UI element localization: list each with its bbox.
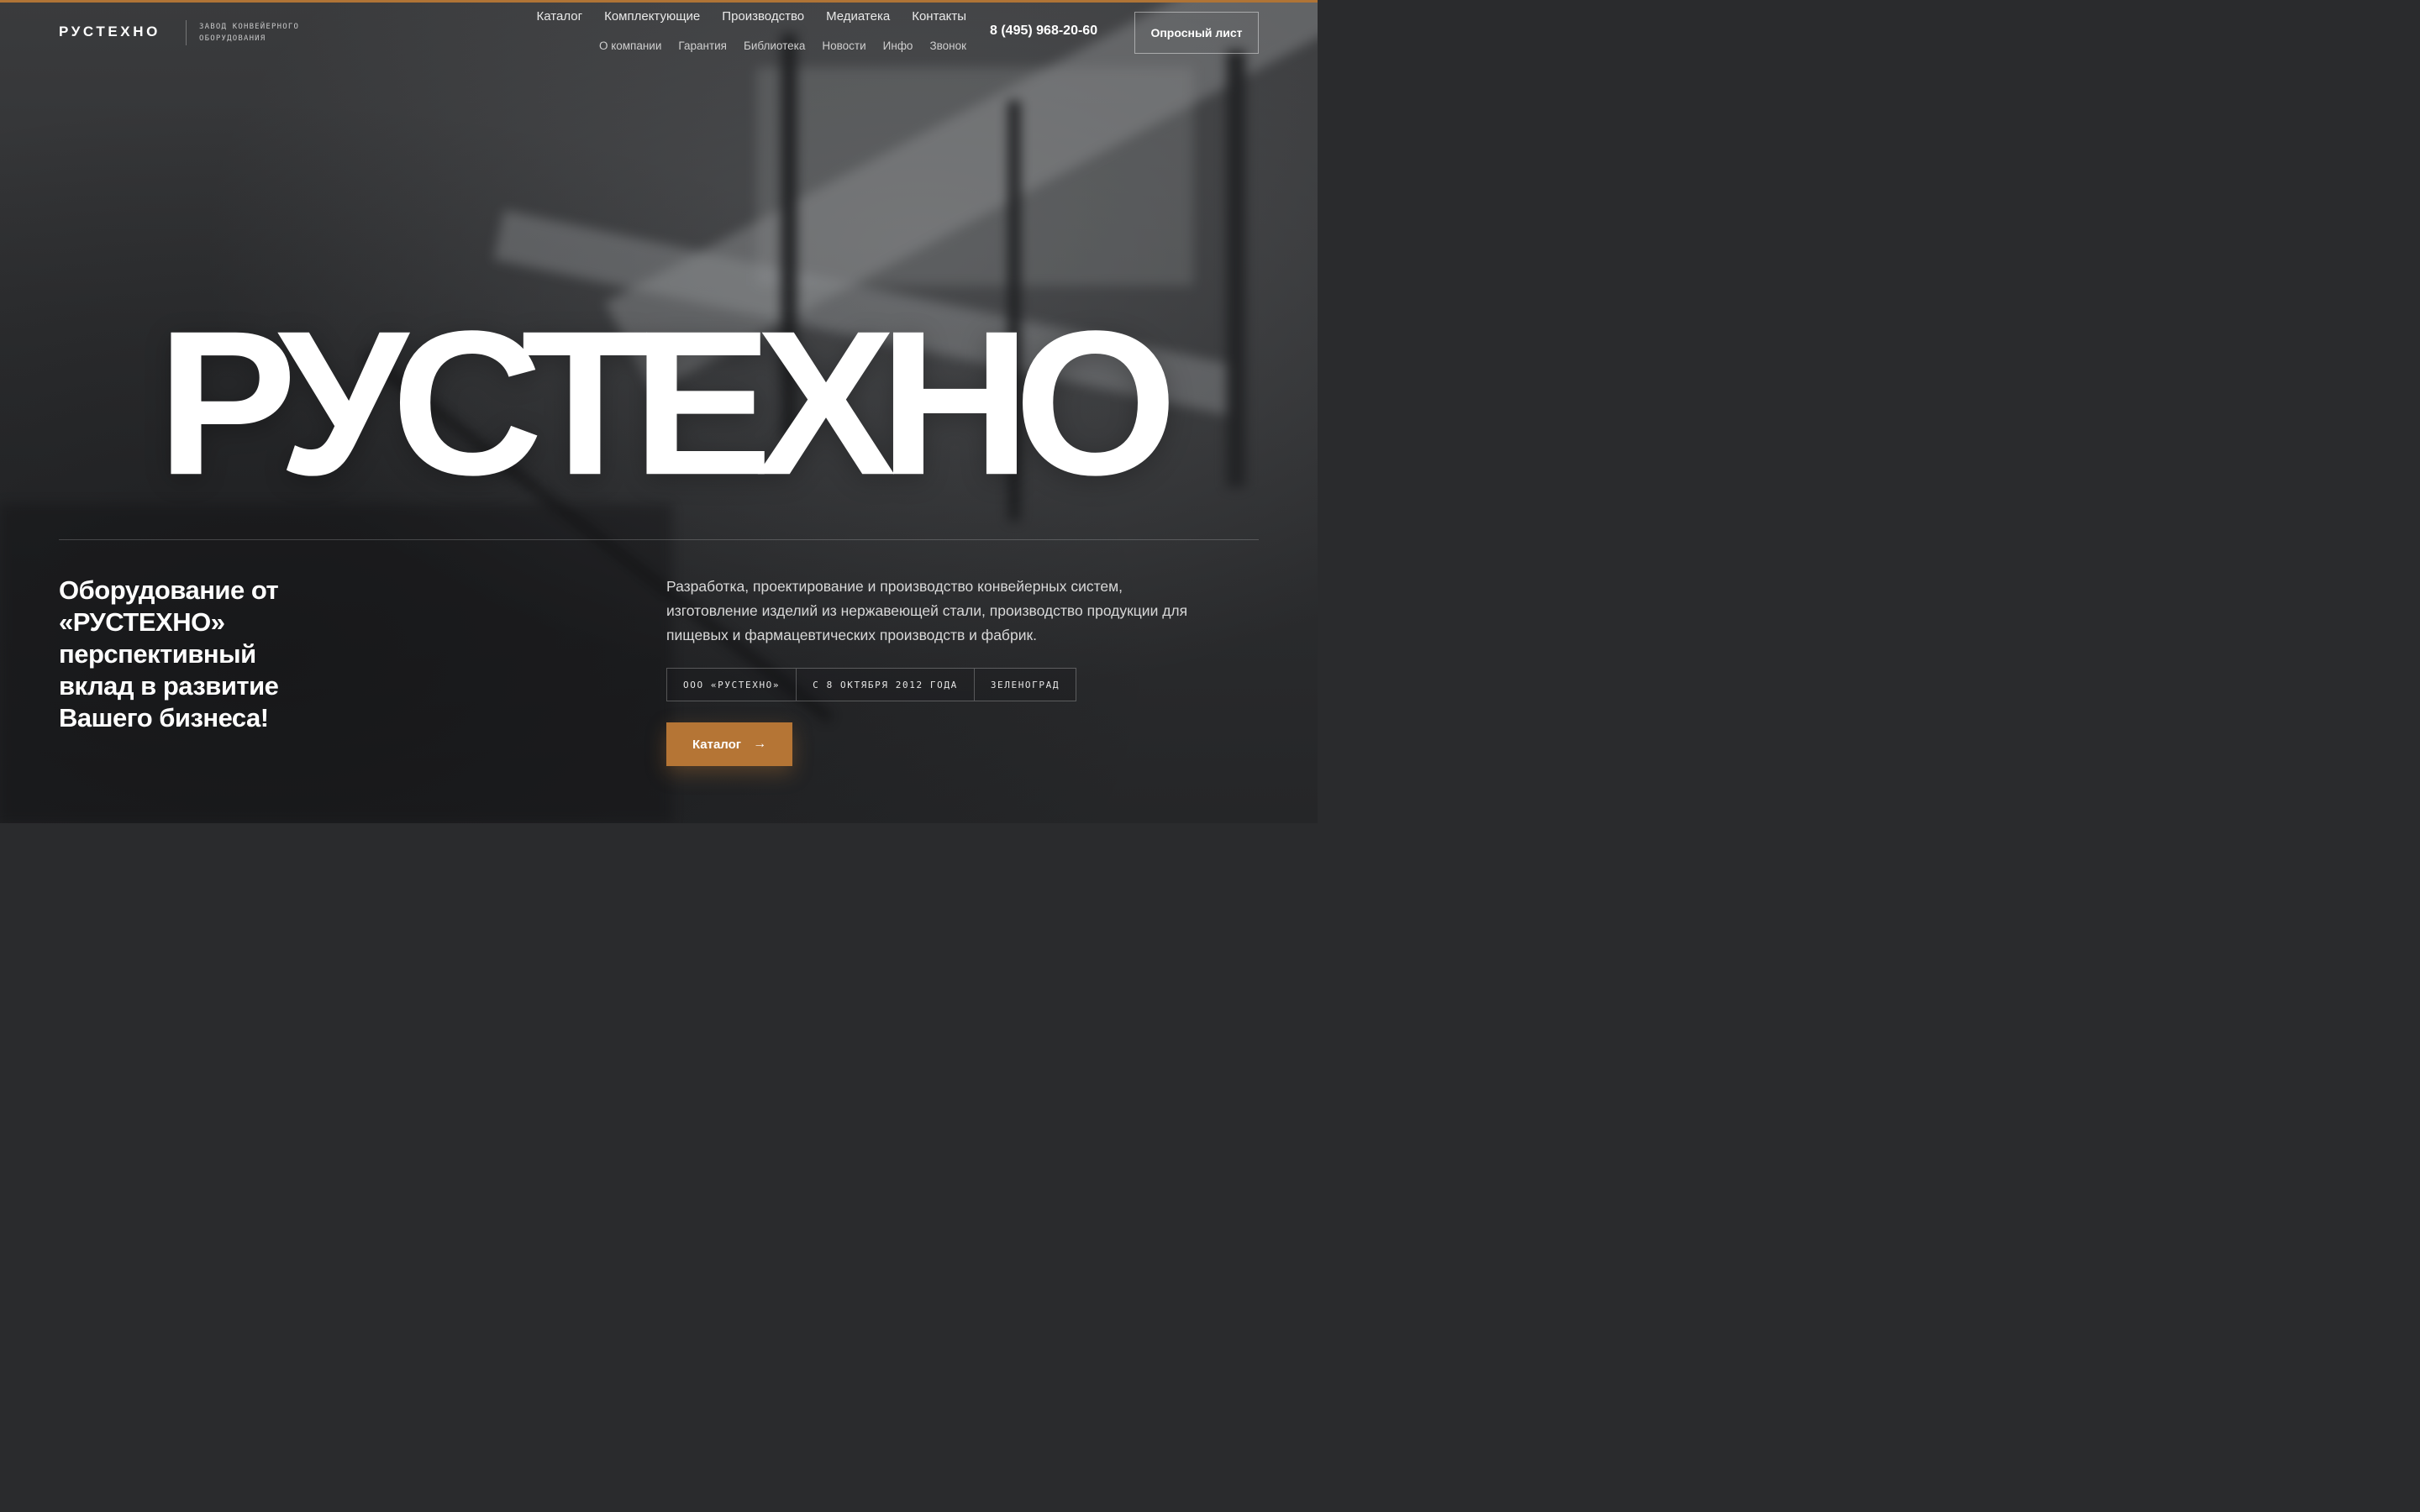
hero-headline: РУСТЕХНО (156, 287, 1178, 518)
nav-item-info[interactable]: Инфо (883, 39, 913, 52)
nav-item-warranty[interactable]: Гарантия (678, 39, 727, 52)
logo[interactable]: РУСТЕХНО (59, 24, 160, 40)
arrow-right-icon: → (753, 737, 767, 751)
site-header: РУСТЕХНО Завод конвейерного оборудования… (0, 0, 1318, 67)
nav-item-news[interactable]: Новости (822, 39, 865, 52)
hero-section: РУСТЕХНО Завод конвейерного оборудования… (0, 0, 1318, 823)
secondary-nav: О компании Гарантия Библиотека Новости И… (599, 39, 966, 52)
nav-item-library[interactable]: Библиотека (744, 39, 805, 52)
nav-item-media[interactable]: Медиатека (826, 9, 890, 24)
hero-description: Разработка, проектирование и производств… (666, 578, 1188, 643)
hero-divider (59, 539, 1259, 540)
nav-item-catalog[interactable]: Каталог (537, 9, 583, 24)
nav-item-contacts[interactable]: Контакты (912, 9, 966, 24)
catalog-button-label: Каталог (692, 737, 742, 752)
company-facts: ООО «РУСТЕХНО» С 8 ОКТЯБРЯ 2012 ГОДА ЗЕЛ… (666, 668, 1077, 701)
nav-item-components[interactable]: Комплектующие (604, 9, 700, 24)
survey-button[interactable]: Опросный лист (1134, 12, 1259, 54)
fact-company-name: ООО «РУСТЕХНО» (667, 669, 797, 701)
phone-link[interactable]: 8 (495) 968-20-60 (990, 24, 1097, 39)
nav-item-callback[interactable]: Звонок (929, 39, 966, 52)
logo-divider (186, 20, 187, 45)
fact-founded-date: С 8 ОКТЯБРЯ 2012 ГОДА (796, 669, 974, 701)
hero-slogan: Оборудование от «РУСТЕХНО» перспективный… (59, 575, 279, 732)
fact-location: ЗЕЛЕНОГРАД (973, 669, 1076, 701)
main-nav: Каталог Комплектующие Производство Медиа… (537, 9, 966, 24)
nav-item-about[interactable]: О компании (599, 39, 661, 52)
nav-item-production[interactable]: Производство (722, 9, 804, 24)
catalog-button[interactable]: Каталог → (666, 722, 792, 766)
logo-tagline: Завод конвейерного оборудования (199, 23, 300, 43)
